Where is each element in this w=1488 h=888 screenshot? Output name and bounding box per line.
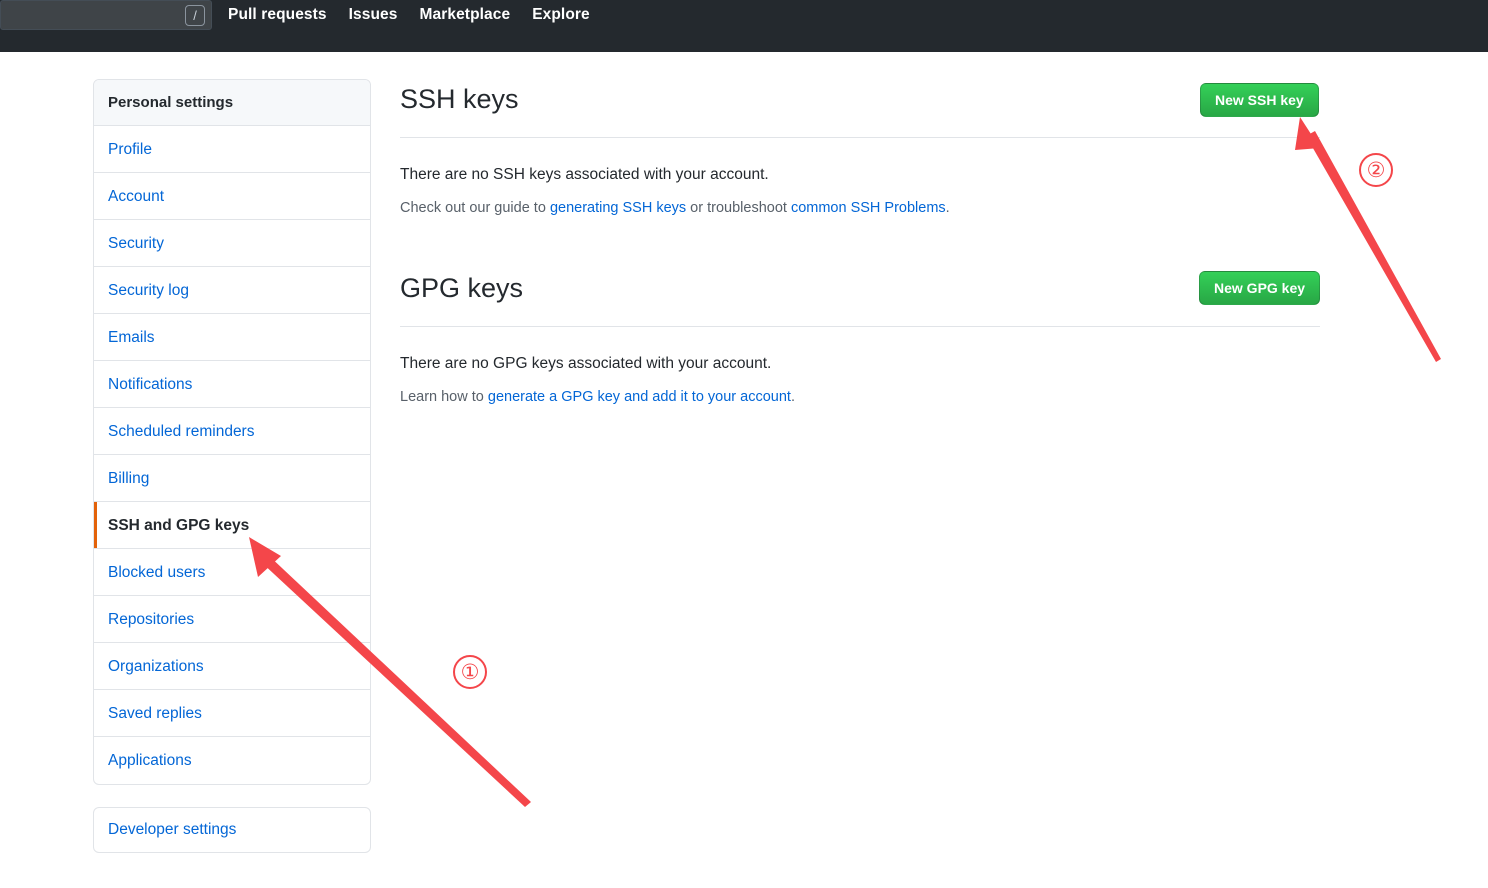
gpg-help-prefix: Learn how to bbox=[400, 389, 488, 405]
annotation-marker-2: ② bbox=[1359, 153, 1393, 187]
sidebar-header: Personal settings bbox=[94, 80, 370, 126]
gpg-section-divider bbox=[400, 326, 1320, 327]
nav-link-pull-requests[interactable]: Pull requests bbox=[228, 6, 327, 24]
sidebar-item-saved-replies[interactable]: Saved replies bbox=[94, 690, 370, 737]
sidebar-item-billing[interactable]: Billing bbox=[94, 455, 370, 502]
sidebar-item-emails[interactable]: Emails bbox=[94, 314, 370, 361]
ssh-help-middle: or troubleshoot bbox=[686, 200, 791, 216]
generate-gpg-key-link[interactable]: generate a GPG key and add it to your ac… bbox=[488, 389, 791, 405]
ssh-section-divider bbox=[400, 137, 1320, 138]
developer-settings-box: Developer settings bbox=[93, 807, 371, 853]
sidebar-item-developer-settings[interactable]: Developer settings bbox=[94, 808, 370, 852]
sidebar-item-repositories[interactable]: Repositories bbox=[94, 596, 370, 643]
nav-link-marketplace[interactable]: Marketplace bbox=[420, 6, 511, 24]
ssh-empty-message: There are no SSH keys associated with yo… bbox=[400, 166, 769, 183]
gpg-keys-header: GPG keys bbox=[400, 268, 1320, 314]
sidebar-item-profile[interactable]: Profile bbox=[94, 126, 370, 173]
gpg-keys-title: GPG keys bbox=[400, 273, 524, 303]
search-box[interactable]: / bbox=[0, 0, 212, 30]
nav-link-explore[interactable]: Explore bbox=[532, 6, 590, 24]
sidebar-item-blocked-users[interactable]: Blocked users bbox=[94, 549, 370, 596]
new-ssh-key-button[interactable]: New SSH key bbox=[1200, 83, 1319, 117]
nav-link-issues[interactable]: Issues bbox=[349, 6, 398, 24]
sidebar-item-ssh-and-gpg-keys[interactable]: SSH and GPG keys bbox=[94, 502, 370, 549]
main-content: SSH keys There are no SSH keys associate… bbox=[400, 79, 1320, 420]
search-shortcut-badge: / bbox=[185, 5, 205, 26]
ssh-help-suffix: . bbox=[945, 200, 950, 216]
sidebar-item-applications[interactable]: Applications bbox=[94, 737, 370, 784]
gpg-keys-section: GPG keys There are no GPG keys associate… bbox=[400, 268, 1320, 405]
sidebar-item-security[interactable]: Security bbox=[94, 220, 370, 267]
sidebar-item-organizations[interactable]: Organizations bbox=[94, 643, 370, 690]
sidebar-item-account[interactable]: Account bbox=[94, 173, 370, 220]
common-ssh-problems-link[interactable]: common SSH Problems bbox=[791, 200, 946, 216]
ssh-help-prefix: Check out our guide to bbox=[400, 200, 550, 216]
sidebar-item-notifications[interactable]: Notifications bbox=[94, 361, 370, 408]
ssh-keys-section: SSH keys There are no SSH keys associate… bbox=[400, 79, 1320, 216]
settings-sidebar: Personal settings Profile Account Securi… bbox=[93, 79, 371, 785]
ssh-keys-title: SSH keys bbox=[400, 84, 519, 114]
top-navigation-bar: / Pull requests Issues Marketplace Explo… bbox=[0, 0, 1488, 52]
new-gpg-key-button[interactable]: New GPG key bbox=[1199, 271, 1321, 305]
ssh-keys-header: SSH keys bbox=[400, 79, 1320, 125]
sidebar-item-security-log[interactable]: Security log bbox=[94, 267, 370, 314]
sidebar-item-scheduled-reminders[interactable]: Scheduled reminders bbox=[94, 408, 370, 455]
gpg-empty-message: There are no GPG keys associated with yo… bbox=[400, 355, 772, 372]
top-nav-links: Pull requests Issues Marketplace Explore bbox=[228, 0, 590, 30]
gpg-help-suffix: . bbox=[790, 389, 795, 405]
gpg-help-text: Learn how to generate a GPG key and add … bbox=[400, 389, 1320, 405]
generating-ssh-keys-link[interactable]: generating SSH keys bbox=[550, 200, 686, 216]
ssh-help-text: Check out our guide to generating SSH ke… bbox=[400, 200, 1320, 216]
search-input[interactable] bbox=[9, 1, 169, 29]
annotation-marker-1: ① bbox=[453, 655, 487, 689]
